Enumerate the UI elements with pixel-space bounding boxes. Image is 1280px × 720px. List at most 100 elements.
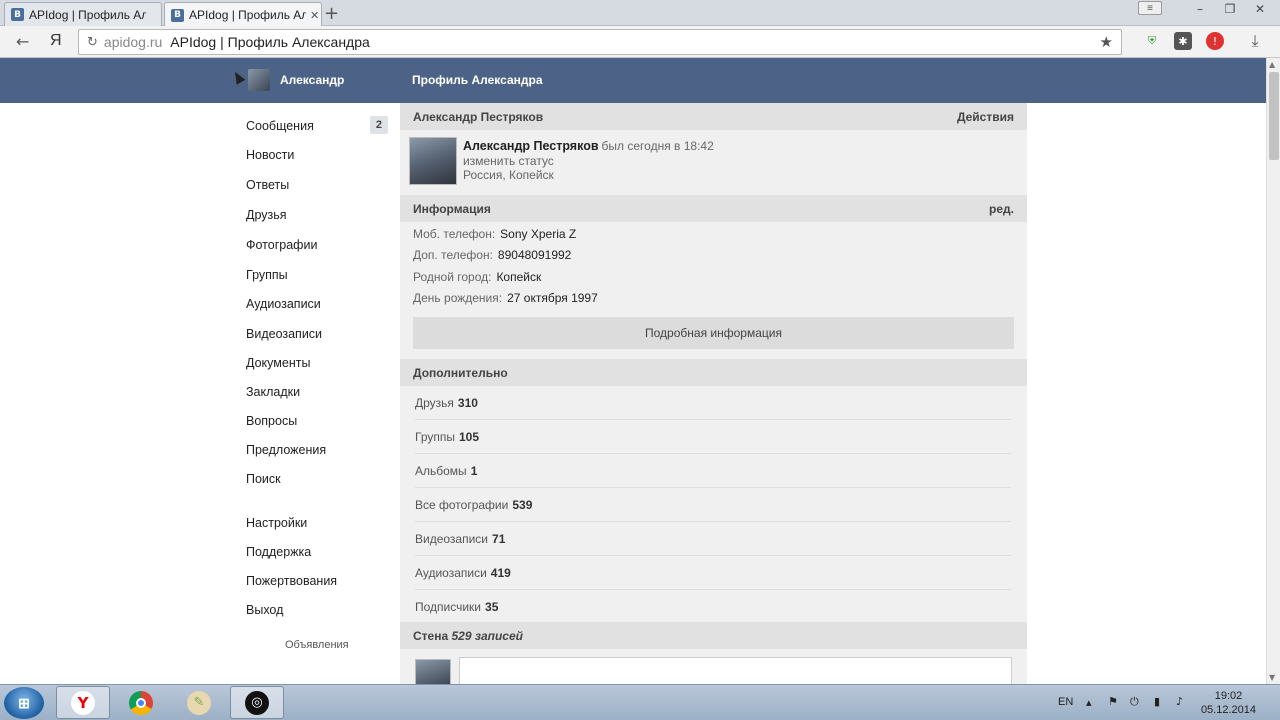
stat-all-photos[interactable]: Все фотографии 539 [415, 488, 1011, 522]
tray-network-icon[interactable]: ▮ [1154, 695, 1160, 708]
adguard-shield-icon[interactable]: ⛨ [1143, 32, 1161, 50]
info-value: 89048091992 [497, 248, 572, 262]
back-arrow-icon[interactable]: ← [16, 32, 29, 51]
taskbar-obs[interactable]: ◎ [230, 686, 284, 719]
header-page-title: Профиль Александра [412, 73, 543, 87]
stat-albums[interactable]: Альбомы 1 [415, 454, 1011, 488]
tab-title: APIdog | Профиль Але [29, 7, 146, 22]
left-menu: Сообщения 2 Новости Ответы Друзья Фотогр… [240, 103, 400, 656]
info-label: Моб. телефон: [413, 227, 496, 241]
address-bar[interactable]: ↻ apidog.ru APIdog | Профиль Александра … [78, 29, 1122, 55]
edit-info-link[interactable]: ред. [989, 202, 1014, 216]
stat-videos[interactable]: Видеозаписи 71 [415, 522, 1011, 556]
profile-name-line: Александр Пестряков был сегодня в 18:42 [463, 139, 714, 153]
taskbar-chrome[interactable] [114, 686, 168, 719]
windows-start-icon[interactable]: ⊞ [4, 687, 44, 719]
menu-item-search[interactable]: Поиск [246, 472, 388, 486]
tray-flag-icon[interactable]: ⚑ [1108, 695, 1118, 708]
last-seen: был сегодня в 18:42 [601, 139, 714, 153]
extra-section-header: Дополнительно [400, 359, 1027, 386]
stat-count: 419 [490, 566, 511, 580]
stat-audio[interactable]: Аудиозаписи 419 [415, 556, 1011, 590]
detailed-info-button[interactable]: Подробная информация [413, 317, 1014, 349]
menu-item-questions[interactable]: Вопросы [246, 414, 388, 428]
info-label: День рождения: [413, 291, 503, 305]
menu-item-messages[interactable]: Сообщения 2 [246, 116, 388, 134]
avatar[interactable] [248, 69, 270, 91]
stat-friends[interactable]: Друзья 310 [415, 386, 1011, 420]
tray-volume-icon[interactable]: ♪ [1176, 695, 1183, 708]
menu-item-groups[interactable]: Группы [246, 268, 388, 282]
menu-item-audio[interactable]: Аудиозаписи [246, 297, 388, 311]
scroll-down-icon[interactable]: ▼ [1269, 673, 1275, 682]
ads-link[interactable]: Объявления [285, 639, 349, 651]
yandex-icon[interactable]: Я [50, 32, 62, 50]
menu-item-answers[interactable]: Ответы [246, 178, 388, 192]
browser-menu-icon[interactable]: ≡ [1138, 1, 1162, 15]
language-indicator[interactable]: EN [1058, 696, 1073, 708]
menu-item-friends[interactable]: Друзья [246, 208, 388, 222]
close-tab-icon[interactable]: ✕ [310, 9, 319, 22]
messages-count-badge: 2 [369, 116, 388, 134]
windows-taskbar: ⊞ Y ✎ ◎ EN ▴ ⚑ ⏻ ▮ ♪ 19:02 05.12.2014 [0, 684, 1280, 720]
stat-label: Аудиозаписи [415, 566, 487, 580]
window-controls: – ❐ ✕ [1186, 0, 1274, 18]
actions-button[interactable]: Действия [957, 110, 1014, 124]
scroll-thumb[interactable] [1269, 72, 1279, 160]
stat-count: 539 [512, 498, 533, 512]
vk-favicon-icon: В [171, 8, 184, 22]
download-icon[interactable]: ⤓ [1246, 31, 1264, 50]
adblock-icon[interactable]: ! [1206, 32, 1224, 50]
info-row-birthday: День рождения: 27 октября 1997 [413, 291, 598, 305]
maximize-icon[interactable]: ❐ [1216, 0, 1244, 18]
bookmark-star-icon[interactable]: ★ [1100, 33, 1113, 51]
vk-favicon-icon: В [11, 8, 24, 21]
browser-tab-1[interactable]: В APIdog | Профиль Але [4, 2, 162, 26]
menu-item-donations[interactable]: Пожертвования [246, 574, 388, 588]
info-value: Sony Xperia Z [500, 227, 577, 241]
info-title: Информация [413, 202, 491, 216]
stat-count: 310 [457, 396, 478, 410]
menu-item-news[interactable]: Новости [246, 148, 388, 162]
info-label: Родной город: [413, 270, 492, 284]
menu-item-documents[interactable]: Документы [246, 356, 388, 370]
profile-header-bar: Александр Пестряков Действия [400, 103, 1027, 130]
menu-item-suggestions[interactable]: Предложения [246, 443, 388, 457]
stat-groups[interactable]: Группы 105 [415, 420, 1011, 454]
wall-section-header: Стена 529 записей [400, 622, 1027, 649]
menu-item-bookmarks[interactable]: Закладки [246, 385, 388, 399]
stat-label: Все фотографии [415, 498, 509, 512]
wall-post-avatar [415, 659, 451, 687]
profile-header-name: Александр Пестряков [413, 110, 544, 124]
stat-label: Видеозаписи [415, 532, 489, 546]
wall-post-input[interactable] [459, 657, 1012, 687]
clock-date: 05.12.2014 [1200, 704, 1256, 716]
minimize-icon[interactable]: – [1186, 0, 1214, 18]
taskbar-yandex-browser[interactable]: Y [56, 686, 110, 719]
header-user-name[interactable]: Александр [280, 73, 344, 87]
clock-time: 19:02 [1214, 690, 1243, 702]
stat-count: 71 [492, 532, 506, 546]
taskbar-clock[interactable]: 19:02 05.12.2014 [1201, 689, 1256, 717]
tray-power-icon[interactable]: ⏻ [1130, 695, 1139, 709]
menu-item-video[interactable]: Видеозаписи [246, 327, 388, 341]
page-scrollbar[interactable]: ▲ ▼ [1266, 58, 1280, 684]
info-value: Копейск [496, 270, 542, 284]
menu-item-settings[interactable]: Настройки [246, 516, 388, 530]
browser-tab-2[interactable]: В APIdog | Профиль Ал ✕ [164, 2, 322, 27]
menu-item-logout[interactable]: Выход [246, 603, 388, 617]
menu-item-photos[interactable]: Фотографии [246, 238, 388, 252]
extension-icon[interactable]: ✱ [1174, 32, 1192, 50]
new-tab-icon[interactable]: + [324, 3, 339, 24]
tray-expand-icon[interactable]: ▴ [1086, 696, 1092, 709]
scroll-up-icon[interactable]: ▲ [1269, 60, 1275, 69]
info-row-hometown: Родной город: Копейск [413, 270, 541, 284]
close-window-icon[interactable]: ✕ [1246, 0, 1274, 18]
stat-followers[interactable]: Подписчики 35 [415, 590, 1011, 624]
change-status-link[interactable]: изменить статус [463, 154, 554, 168]
taskbar-paint[interactable]: ✎ [172, 686, 226, 719]
chrome-icon [129, 690, 153, 715]
reload-icon[interactable]: ↻ [87, 35, 98, 50]
profile-photo[interactable] [409, 137, 457, 185]
menu-item-support[interactable]: Поддержка [246, 545, 388, 559]
